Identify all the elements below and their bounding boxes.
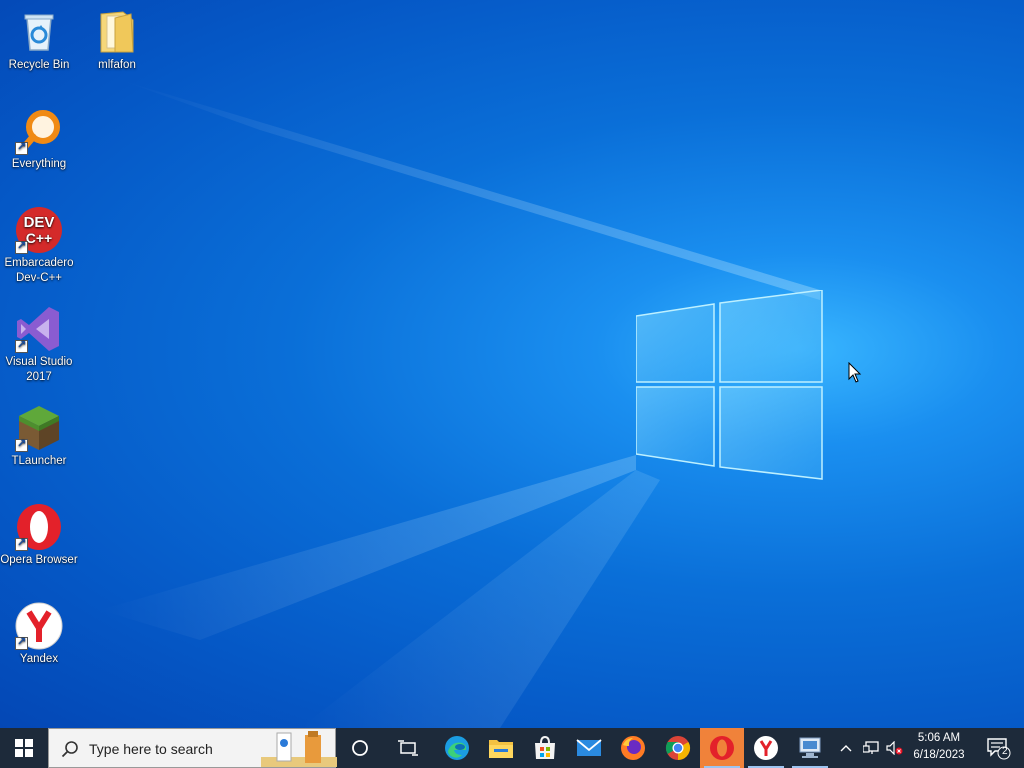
desktop-icon-everything[interactable]: Everything (0, 107, 78, 172)
desktop: Recycle Bin mlfafon Everything DEV (0, 0, 1024, 728)
desktop-icon-devcpp[interactable]: DEV C++ Embarcadero Dev-C++ (0, 206, 78, 286)
search-placeholder: Type here to search (89, 741, 213, 757)
recycle-bin-icon (15, 8, 63, 56)
desktop-icon-label: TLauncher (11, 455, 67, 467)
shortcut-arrow-icon (15, 338, 28, 353)
desktop-icon-yandex[interactable]: Yandex (0, 602, 78, 667)
shortcut-arrow-icon (15, 536, 28, 551)
yandex-icon (15, 602, 63, 650)
remote-desktop-icon (799, 737, 821, 758)
taskbar-file-explorer[interactable] (479, 728, 523, 768)
chevron-up-icon (840, 745, 852, 752)
tlauncher-icon (15, 404, 63, 452)
windows-wallpaper-logo (636, 290, 823, 480)
svg-text:C++: C++ (26, 230, 52, 246)
desktop-icon-tlauncher[interactable]: TLauncher (0, 404, 78, 469)
shortcut-arrow-icon (15, 140, 28, 155)
notifications-count-badge: 2 (1002, 746, 1008, 757)
desktop-icon-mlfafon[interactable]: mlfafon (78, 8, 156, 73)
opera-icon (15, 503, 63, 551)
taskbar-edge[interactable] (435, 728, 479, 768)
taskbar-yandex[interactable] (744, 728, 788, 768)
volume-button[interactable] (884, 728, 906, 768)
mouse-cursor-icon (848, 362, 862, 383)
cortana-icon (352, 740, 368, 756)
taskbar-mail[interactable] (567, 728, 611, 768)
opera-icon (710, 736, 734, 760)
devcpp-icon: DEV C++ (15, 206, 63, 254)
mail-icon (576, 739, 602, 756)
visual-studio-icon (15, 305, 63, 353)
taskbar-clock[interactable]: 5:06 AM 6/18/2023 (906, 730, 972, 766)
windows-start-icon (15, 739, 33, 757)
taskbar-opera[interactable] (700, 728, 744, 768)
clock-date: 6/18/2023 (913, 749, 965, 761)
volume-muted-icon (886, 741, 903, 755)
microsoft-store-icon (535, 736, 555, 759)
shortcut-arrow-icon (15, 239, 28, 254)
taskbar-chrome[interactable] (656, 728, 700, 768)
desktop-icon-label: Yandex (19, 653, 59, 665)
desktop-icon-label: mlfafon (98, 59, 136, 71)
desktop-icon-opera[interactable]: Opera Browser (0, 503, 78, 568)
taskbar-remote-desktop[interactable] (788, 728, 832, 768)
network-button[interactable] (860, 728, 882, 768)
svg-text:DEV: DEV (24, 214, 55, 231)
task-view-button[interactable] (386, 728, 430, 768)
taskbar-search-box[interactable]: Type here to search (48, 728, 337, 768)
yandex-icon (754, 736, 778, 760)
show-hidden-icons-button[interactable] (836, 728, 856, 768)
firefox-icon (621, 736, 645, 760)
desktop-icon-visual-studio[interactable]: Visual Studio 2017 (0, 305, 78, 385)
shortcut-arrow-icon (15, 437, 28, 452)
taskbar-microsoft-store[interactable] (523, 728, 567, 768)
desktop-icon-label: Everything (11, 158, 67, 170)
cortana-button[interactable] (338, 728, 382, 768)
edge-icon (445, 736, 469, 760)
taskbar-firefox[interactable] (611, 728, 655, 768)
desktop-icon-label: Recycle Bin (8, 59, 70, 71)
chrome-icon (665, 736, 691, 760)
desktop-icon-recycle-bin[interactable]: Recycle Bin (0, 8, 78, 73)
taskbar: Type here to search 5:06 AM 6/18/2023 2 (0, 728, 1024, 768)
search-icon (61, 741, 78, 758)
action-center-button[interactable]: 2 (976, 728, 1020, 768)
search-highlight-image (261, 731, 337, 767)
folder-icon (93, 8, 141, 56)
file-explorer-icon (489, 740, 513, 758)
network-icon (863, 741, 879, 754)
start-button[interactable] (2, 728, 46, 768)
wallpaper-light-beams (100, 80, 820, 728)
clock-time: 5:06 AM (917, 732, 961, 744)
task-view-icon (398, 740, 418, 756)
desktop-icon-label: Opera Browser (0, 554, 78, 566)
desktop-icon-label: Embarcadero Dev-C++ (4, 257, 74, 284)
shortcut-arrow-icon (15, 635, 28, 650)
desktop-icon-label: Visual Studio 2017 (5, 356, 73, 383)
everything-icon (15, 107, 63, 155)
